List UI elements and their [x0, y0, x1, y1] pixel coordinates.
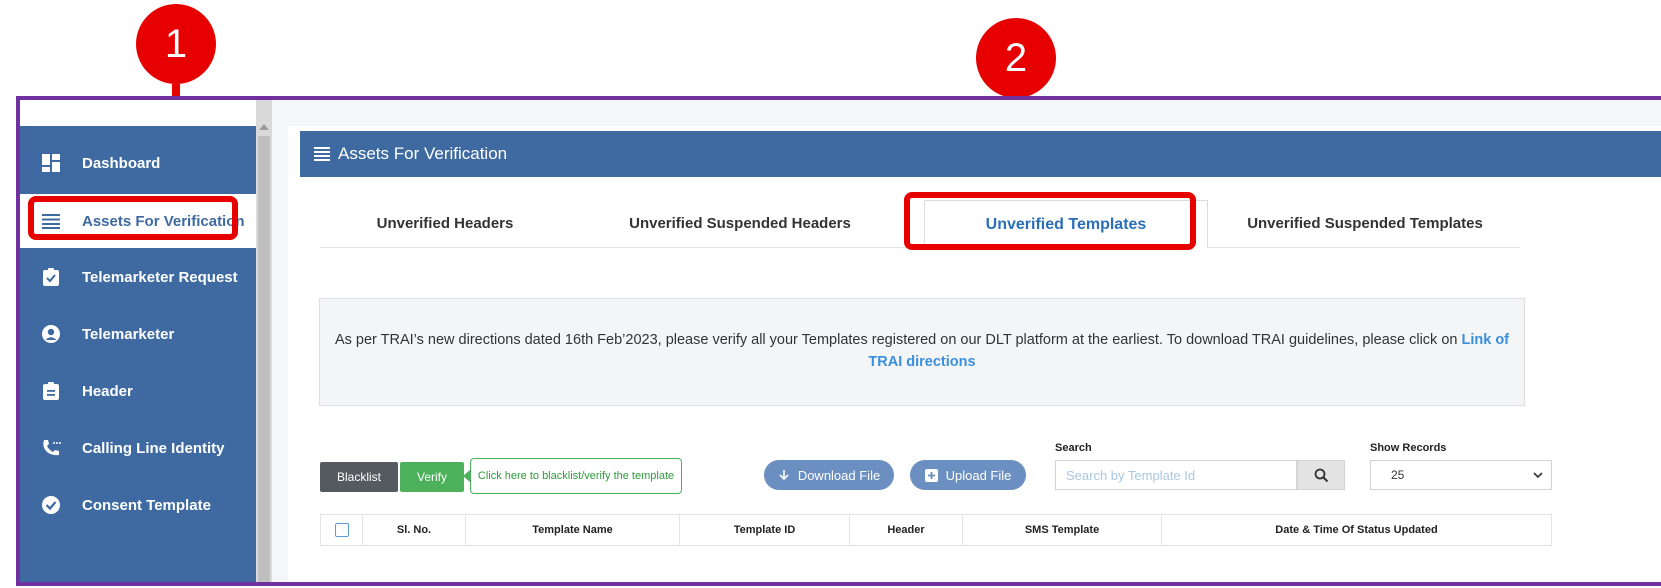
annotation-marker-2: 2	[976, 18, 1056, 98]
trai-notice: As per TRAI’s new directions dated 16th …	[319, 298, 1525, 406]
column-header-sl-no[interactable]: Sl. No.	[363, 515, 466, 545]
card-title: Assets For Verification	[338, 144, 508, 163]
download-arrow-icon	[778, 469, 790, 481]
sidebar-top	[20, 100, 256, 126]
blacklist-verify-hint: Click here to blacklist/verify the templ…	[463, 458, 682, 494]
column-header-sms-template[interactable]: SMS Template	[963, 515, 1162, 545]
annotation-marker-1: 1	[136, 4, 216, 84]
clipboard-icon	[40, 380, 62, 402]
show-records-select[interactable]: 25	[1370, 460, 1552, 490]
sidebar-item-dashboard[interactable]: Dashboard	[20, 136, 256, 190]
select-all-cell	[321, 515, 363, 545]
hint-pointer	[463, 469, 471, 483]
sidebar-item-consent-template[interactable]: Consent Template	[20, 478, 256, 532]
column-header-header[interactable]: Header	[850, 515, 963, 545]
upload-file-button[interactable]: Upload File	[910, 460, 1026, 490]
notice-text: As per TRAI’s new directions dated 16th …	[334, 332, 1462, 348]
hint-text: Click here to blacklist/verify the templ…	[477, 470, 675, 482]
table-header: Sl. No. Template Name Template ID Header…	[320, 514, 1552, 546]
main-content: Assets For Verification Unverified Heade…	[272, 100, 1661, 582]
sidebar-scrollbar[interactable]	[256, 100, 272, 582]
chevron-down-icon	[1533, 472, 1543, 479]
clipboard-check-icon	[40, 266, 62, 288]
list-icon	[314, 147, 330, 161]
sidebar-item-label: Telemarketer	[82, 325, 175, 343]
phone-icon	[40, 437, 62, 459]
column-header-date-time-status-updated[interactable]: Date & Time Of Status Updated	[1162, 515, 1551, 545]
annotation-highlight-sidebar-item	[28, 196, 238, 240]
sidebar-item-label: Header	[82, 382, 133, 400]
search-input[interactable]	[1055, 460, 1297, 490]
blacklist-button[interactable]: Blacklist	[320, 462, 398, 492]
show-records-value: 25	[1391, 468, 1405, 482]
scrollbar-thumb[interactable]	[258, 136, 270, 582]
plus-square-icon	[924, 468, 938, 482]
user-circle-icon	[40, 323, 62, 345]
scroll-up-arrow-icon[interactable]	[259, 124, 269, 130]
select-all-checkbox[interactable]	[334, 523, 349, 537]
card-header: Assets For Verification	[300, 131, 1661, 177]
app-window: Dashboard Assets For Verification Telema…	[16, 96, 1661, 586]
dashboard-icon	[40, 152, 62, 174]
verify-button[interactable]: Verify	[400, 462, 464, 492]
tab-unverified-suspended-headers[interactable]: Unverified Suspended Headers	[600, 200, 880, 246]
column-header-template-name[interactable]: Template Name	[466, 515, 680, 545]
sidebar-item-label: Consent Template	[82, 496, 211, 514]
sidebar-item-telemarketer[interactable]: Telemarketer	[20, 307, 256, 361]
search-button[interactable]	[1297, 460, 1345, 490]
search-icon	[1314, 468, 1328, 482]
check-circle-icon	[40, 494, 62, 516]
annotation-highlight-tab	[904, 192, 1196, 250]
sidebar-item-label: Telemarketer Request	[82, 268, 238, 286]
sidebar-item-label: Calling Line Identity	[82, 439, 225, 457]
column-header-template-id[interactable]: Template ID	[680, 515, 850, 545]
upload-file-label: Upload File	[945, 467, 1012, 483]
sidebar: Dashboard Assets For Verification Telema…	[20, 100, 256, 582]
sidebar-item-calling-line-identity[interactable]: Calling Line Identity	[20, 421, 256, 475]
download-file-button[interactable]: Download File	[764, 460, 894, 490]
show-records-label: Show Records	[1370, 442, 1447, 454]
sidebar-item-header[interactable]: Header	[20, 364, 256, 418]
sidebar-item-telemarketer-request[interactable]: Telemarketer Request	[20, 250, 256, 304]
sidebar-item-label: Dashboard	[82, 154, 161, 172]
tab-unverified-headers[interactable]: Unverified Headers	[330, 200, 560, 246]
tab-unverified-suspended-templates[interactable]: Unverified Suspended Templates	[1230, 200, 1500, 246]
search-label: Search	[1055, 442, 1092, 454]
download-file-label: Download File	[797, 467, 881, 483]
